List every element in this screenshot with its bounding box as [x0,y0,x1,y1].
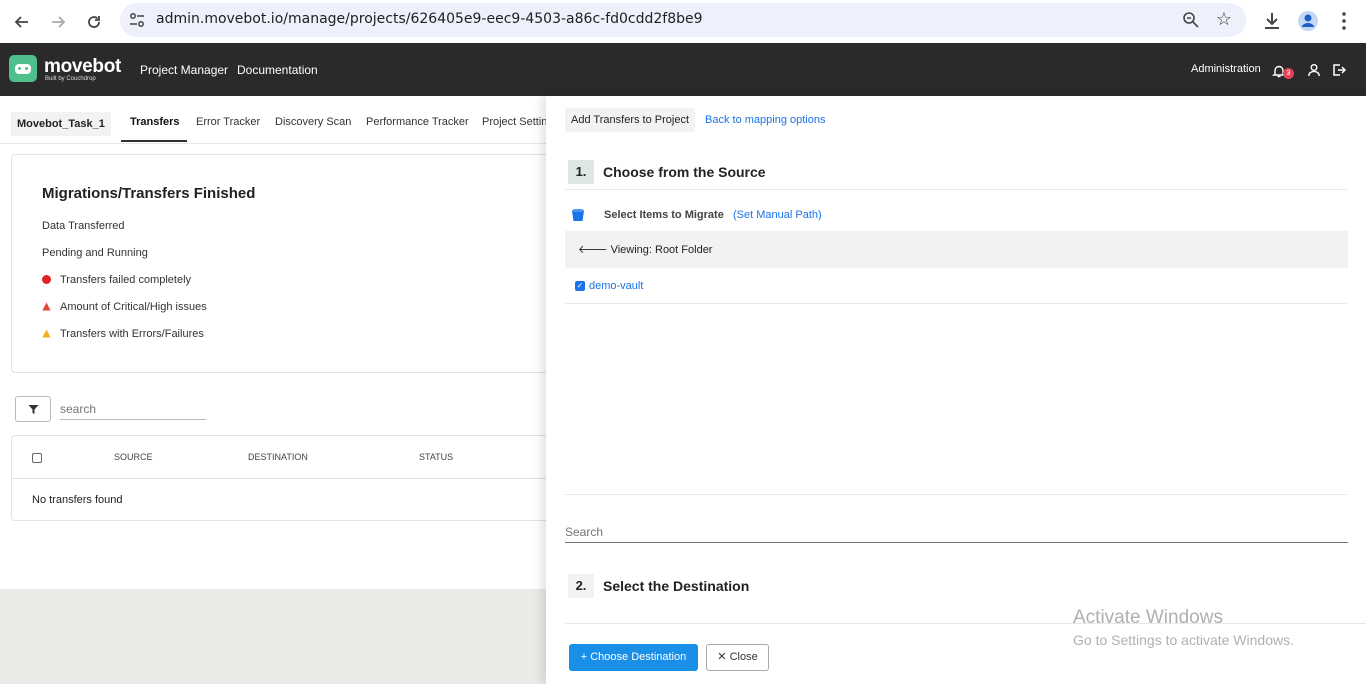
bookmark-star-icon[interactable]: ☆ [1216,9,1232,30]
folder-view-bar: 🡐 Viewing: Root Folder [565,231,1348,268]
divider [565,623,1366,624]
item-label[interactable]: demo-vault [589,280,643,292]
nav-documentation[interactable]: Documentation [237,63,318,77]
tab-project-settings[interactable]: Project Settings [482,116,546,128]
step-1-header: 1. Choose from the Source [568,160,766,184]
red-dot-icon [42,275,51,284]
address-bar[interactable]: admin.movebot.io/manage/projects/626405e… [120,3,1246,37]
column-source[interactable]: SOURCE [114,452,153,462]
step-1-title: Choose from the Source [603,164,766,180]
tab-performance-tracker[interactable]: Performance Tracker [366,116,469,128]
select-items-label: Select Items to Migrate [604,209,724,221]
drawer-title-button[interactable]: Add Transfers to Project [565,108,695,132]
project-name: Movebot_Task_1 [11,112,111,136]
back-to-mapping-link[interactable]: Back to mapping options [705,114,825,126]
tab-transfers[interactable]: Transfers [130,116,180,128]
summary-title: Migrations/Transfers Finished [42,185,256,202]
user-icon[interactable] [1307,63,1321,77]
step-2-number: 2. [568,574,594,598]
add-transfers-drawer: Add Transfers to Project Back to mapping… [546,96,1366,684]
close-icon: ✕ [717,651,727,663]
url-text[interactable]: admin.movebot.io/manage/projects/626405e… [156,11,703,27]
browser-toolbar: admin.movebot.io/manage/projects/626405e… [0,0,1366,43]
stat-pending-running: Pending and Running [42,247,148,259]
stat-data-transferred: Data Transferred [42,220,125,232]
divider [565,303,1347,304]
nav-administration[interactable]: Administration [1191,63,1261,75]
notification-badge: 3 [1283,68,1294,79]
warning-icon [42,329,51,338]
tab-discovery-scan[interactable]: Discovery Scan [275,116,351,128]
more-vert-icon[interactable] [1332,9,1356,33]
transfers-table: SOURCE DESTINATION STATUS No transfers f… [11,435,552,521]
column-destination[interactable]: DESTINATION [248,452,308,462]
project-page: Movebot_Task_1 Transfers Error Tracker D… [0,96,552,589]
tab-divider [0,143,546,144]
filter-icon [28,404,38,414]
transfers-search-input[interactable] [60,398,206,420]
table-header: SOURCE DESTINATION STATUS [12,436,552,479]
logout-icon[interactable] [1332,63,1346,77]
profile-avatar-icon[interactable] [1296,9,1320,33]
empty-message: No transfers found [32,494,123,506]
source-search-input[interactable] [565,521,1348,543]
checked-checkbox-icon[interactable]: ✓ [575,281,585,291]
zoom-icon[interactable] [1182,11,1200,29]
column-status[interactable]: STATUS [419,452,453,462]
step-2-header: 2. Select the Destination [568,574,749,598]
activate-windows-title: Activate Windows [1073,607,1223,628]
critical-warning-icon [42,302,51,311]
brand-name[interactable]: movebot [44,56,121,78]
viewing-label: Viewing: Root Folder [610,244,713,256]
reload-icon[interactable] [81,9,107,35]
site-settings-icon[interactable] [128,11,146,29]
plus-icon: + [580,651,588,663]
activate-windows-subtitle: Go to Settings to activate Windows. [1073,632,1294,648]
download-icon[interactable] [1260,9,1284,33]
manual-path-group: (Set Manual Path) [733,209,822,221]
app-header: movebot Built by Couchdrop Project Manag… [0,43,1366,96]
set-manual-path-link[interactable]: Set Manual Path [737,209,818,221]
folder-back-button[interactable]: 🡐 Viewing: Root Folder [578,242,712,256]
forward-arrow-icon[interactable] [45,9,71,35]
step-1-number: 1. [568,160,594,184]
brand-subtitle: Built by Couchdrop [45,76,96,82]
divider [565,189,1347,190]
movebot-logo-icon[interactable] [9,55,37,82]
summary-card: Migrations/Transfers Finished Data Trans… [11,154,551,373]
select-all-checkbox[interactable] [32,453,42,463]
filter-button[interactable] [15,396,51,422]
choose-destination-button[interactable]: + Choose Destination [569,644,698,671]
active-tab-indicator [121,140,187,142]
tab-error-tracker[interactable]: Error Tracker [196,116,260,128]
step-2-title: Select the Destination [603,578,750,594]
close-button[interactable]: ✕ Close [706,644,769,671]
divider [565,494,1347,495]
back-arrow-icon[interactable] [9,9,35,35]
stat-errors: Transfers with Errors/Failures [42,328,204,340]
list-item[interactable]: ✓ demo-vault [575,280,643,292]
bucket-icon [572,208,584,221]
stat-failed: Transfers failed completely [42,274,191,286]
nav-project-manager[interactable]: Project Manager [140,63,228,77]
stat-critical-issues: Amount of Critical/High issues [42,301,207,313]
back-arrow-icon: 🡐 [578,244,608,256]
